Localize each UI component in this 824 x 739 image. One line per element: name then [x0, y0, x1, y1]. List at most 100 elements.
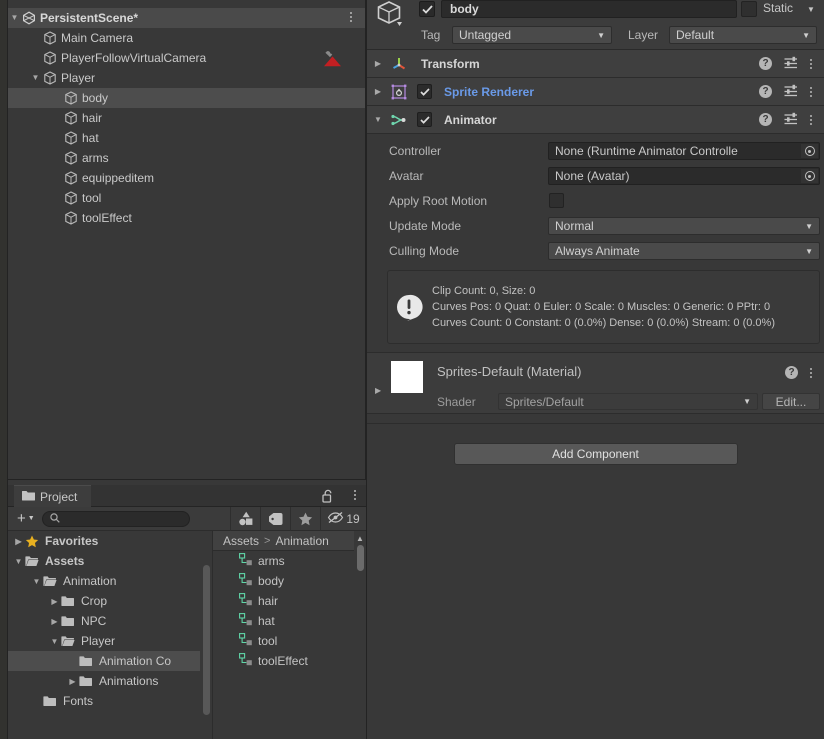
- project-options-kebab-icon[interactable]: [354, 490, 356, 500]
- project-tree-scroll-thumb[interactable]: [202, 565, 210, 715]
- breadcrumb: Assets > Animation: [213, 531, 366, 551]
- gameobject-name-field[interactable]: body: [441, 0, 737, 18]
- hidden-assets-toggle[interactable]: 19: [320, 506, 366, 531]
- foldout-collapsed-icon[interactable]: ▶: [48, 617, 61, 626]
- project-tree-item-player[interactable]: ▼ Player: [8, 631, 212, 651]
- asset-item-tooleffect[interactable]: toolEffect: [213, 651, 366, 671]
- apply-root-motion-checkbox[interactable]: [549, 193, 564, 208]
- component-header-sprite-renderer[interactable]: ▶ Sprite Renderer ?: [367, 78, 824, 106]
- controller-object-field[interactable]: None (Runtime Animator Controlle: [548, 142, 820, 160]
- foldout-expanded-icon[interactable]: ▼: [48, 637, 61, 646]
- static-checkbox[interactable]: [741, 1, 757, 17]
- scroll-up-arrow-icon[interactable]: ▲: [356, 534, 364, 543]
- hierarchy-item-player[interactable]: ▼ Player: [8, 68, 365, 88]
- project-tree-item-favorites[interactable]: ▶ Favorites: [8, 531, 212, 551]
- gameobject-active-checkbox[interactable]: [419, 1, 435, 17]
- foldout-collapsed-icon[interactable]: ▶: [367, 87, 389, 96]
- material-preview-swatch[interactable]: [391, 361, 423, 393]
- asset-list-scrollbar[interactable]: ▲: [354, 531, 366, 739]
- culling-mode-dropdown[interactable]: Always Animate ▼: [548, 242, 820, 260]
- foldout-expanded-icon[interactable]: ▼: [29, 68, 42, 88]
- label-tag-icon[interactable]: [260, 506, 290, 531]
- project-search-field[interactable]: [41, 510, 190, 527]
- hierarchy-item-hat[interactable]: hat: [8, 128, 365, 148]
- tab-project[interactable]: Project: [14, 485, 92, 507]
- foldout-expanded-icon[interactable]: ▼: [30, 577, 43, 586]
- project-tree-item-animation-co[interactable]: Animation Co: [8, 651, 212, 671]
- avatar-object-field[interactable]: None (Avatar): [548, 167, 820, 185]
- gameobject-icon: [63, 110, 79, 126]
- hierarchy-item-body[interactable]: body: [8, 88, 365, 108]
- component-options-kebab-icon[interactable]: [810, 58, 812, 69]
- static-dropdown-arrow-icon[interactable]: ▼: [807, 5, 815, 14]
- material-options-kebab-icon[interactable]: [810, 367, 812, 378]
- foldout-expanded-icon[interactable]: ▼: [12, 557, 25, 566]
- animator-enabled-checkbox[interactable]: [417, 112, 432, 127]
- help-icon[interactable]: ?: [759, 85, 772, 98]
- shader-dropdown[interactable]: Sprites/Default ▼: [498, 393, 758, 410]
- project-tree-item-fonts[interactable]: Fonts: [8, 691, 212, 711]
- asset-item-hat[interactable]: hat: [213, 611, 366, 631]
- component-header-transform[interactable]: ▶ Transform ?: [367, 50, 824, 78]
- component-header-animator[interactable]: ▼ Animator ?: [367, 106, 824, 134]
- asset-item-body[interactable]: body: [213, 571, 366, 591]
- add-component-button[interactable]: Add Component: [453, 443, 738, 465]
- hierarchy-item-arms[interactable]: arms: [8, 148, 365, 168]
- foldout-expanded-icon[interactable]: ▼: [8, 8, 21, 28]
- hierarchy-item-tool[interactable]: tool: [8, 188, 365, 208]
- create-asset-button[interactable]: + ▼: [8, 511, 42, 526]
- preset-settings-icon[interactable]: [784, 56, 798, 72]
- favorite-star-icon[interactable]: [290, 506, 320, 531]
- project-tree-scrollbar[interactable]: [200, 531, 212, 739]
- project-tree-item-npc[interactable]: ▶ NPC: [8, 611, 212, 631]
- layer-value: Default: [676, 28, 715, 42]
- project-tree-item-animations[interactable]: ▶ Animations: [8, 671, 212, 691]
- hierarchy-scene-row[interactable]: ▼ PersistentScene*: [8, 8, 365, 28]
- foldout-collapsed-icon[interactable]: ▶: [367, 59, 389, 68]
- project-tree-item-crop[interactable]: ▶ Crop: [8, 591, 212, 611]
- help-icon[interactable]: ?: [759, 113, 772, 126]
- hierarchy-item-label: toolEffect: [82, 211, 132, 225]
- object-picker-icon[interactable]: [801, 169, 818, 183]
- hierarchy-item-tooleffect[interactable]: toolEffect: [8, 208, 365, 228]
- hierarchy-item-equippeditem[interactable]: equippeditem: [8, 168, 365, 188]
- breadcrumb-assets[interactable]: Assets: [223, 534, 259, 548]
- asset-list-scroll-thumb[interactable]: [356, 545, 364, 571]
- preset-settings-icon[interactable]: [784, 84, 798, 100]
- layer-dropdown[interactable]: Default ▼: [669, 26, 817, 44]
- object-picker-icon[interactable]: [801, 144, 818, 158]
- folder-icon: [43, 695, 59, 707]
- sprite-renderer-enabled-checkbox[interactable]: [417, 84, 432, 99]
- foldout-expanded-icon[interactable]: ▼: [367, 115, 389, 124]
- material-foldout-icon[interactable]: ▶: [375, 386, 381, 395]
- component-header-icons: ?: [759, 56, 824, 72]
- shapes-filter-icon[interactable]: [230, 506, 260, 531]
- component-options-kebab-icon[interactable]: [810, 114, 812, 125]
- project-tree-item-animation[interactable]: ▼ Animation: [8, 571, 212, 591]
- hierarchy-item-hair[interactable]: hair: [8, 108, 365, 128]
- hierarchy-options-kebab-icon[interactable]: [345, 12, 357, 22]
- update-mode-dropdown[interactable]: Normal ▼: [548, 217, 820, 235]
- chevron-down-icon: ▼: [27, 515, 35, 522]
- foldout-collapsed-icon[interactable]: ▶: [66, 677, 79, 686]
- help-icon[interactable]: ?: [785, 366, 798, 379]
- chevron-down-icon: ▼: [805, 221, 813, 231]
- hierarchy-item-playerfollowvirtualcamera[interactable]: PlayerFollowVirtualCamera: [8, 48, 365, 68]
- breadcrumb-animation[interactable]: Animation: [275, 534, 328, 548]
- hierarchy-item-main-camera[interactable]: Main Camera: [8, 28, 365, 67]
- asset-item-hair[interactable]: hair: [213, 591, 366, 611]
- project-tree-item-assets[interactable]: ▼ Assets: [8, 551, 212, 571]
- project-search-input[interactable]: [63, 512, 174, 525]
- component-options-kebab-icon[interactable]: [810, 86, 812, 97]
- asset-item-label: body: [258, 574, 285, 588]
- lock-open-icon[interactable]: [322, 489, 334, 506]
- help-icon[interactable]: ?: [759, 57, 772, 70]
- shader-edit-button[interactable]: Edit...: [762, 393, 820, 410]
- culling-mode-label: Culling Mode: [389, 244, 460, 258]
- foldout-collapsed-icon[interactable]: ▶: [12, 537, 25, 546]
- preset-settings-icon[interactable]: [784, 112, 798, 128]
- asset-item-tool[interactable]: tool: [213, 631, 366, 651]
- foldout-collapsed-icon[interactable]: ▶: [48, 597, 61, 606]
- asset-item-arms[interactable]: arms: [213, 551, 366, 571]
- tag-dropdown[interactable]: Untagged ▼: [452, 26, 612, 44]
